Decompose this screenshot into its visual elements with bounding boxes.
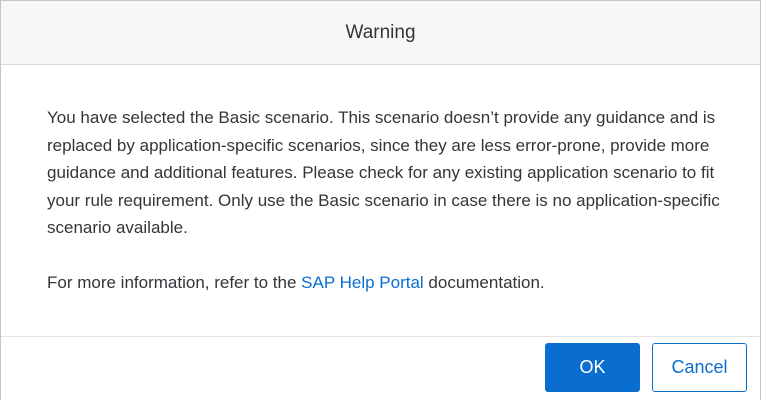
sap-help-portal-link[interactable]: SAP Help Portal	[301, 273, 424, 292]
dialog-header: Warning	[1, 1, 760, 65]
warning-dialog: Warning You have selected the Basic scen…	[0, 0, 761, 400]
dialog-content: You have selected the Basic scenario. Th…	[47, 104, 727, 297]
dialog-title: Warning	[345, 21, 416, 43]
info-text-before: For more information, refer to the	[47, 273, 302, 292]
dialog-footer: OK Cancel	[1, 336, 760, 400]
info-text-after: documentation.	[423, 273, 545, 292]
info-message: For more information, refer to the SAP H…	[47, 269, 727, 297]
cancel-button[interactable]: Cancel	[652, 343, 747, 392]
ok-button[interactable]: OK	[545, 343, 640, 392]
warning-message: You have selected the Basic scenario. Th…	[47, 108, 720, 237]
